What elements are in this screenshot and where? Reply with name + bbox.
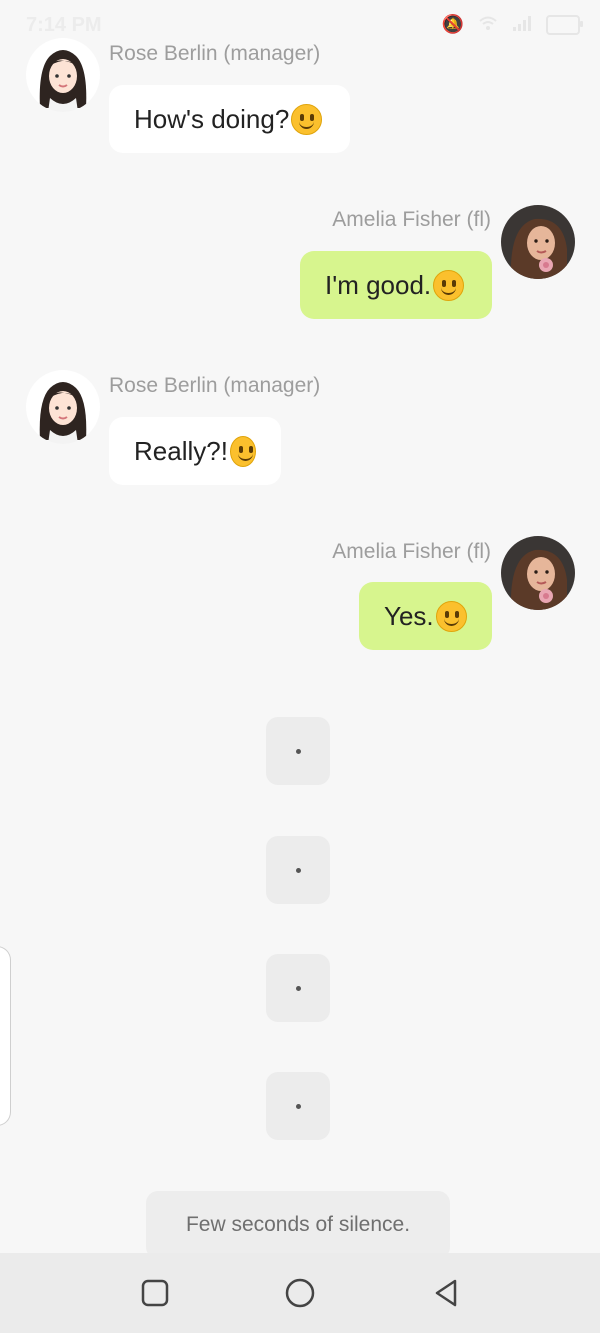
- side-panel-handle[interactable]: [0, 946, 11, 1126]
- wifi-icon: [478, 14, 498, 37]
- home-icon: [285, 1278, 315, 1308]
- message-bubble-incoming[interactable]: Really?!: [109, 417, 281, 485]
- typing-indicator: [266, 954, 330, 1022]
- chat-screen: 7:14 PM 🔕 Rose Berlin (manager) How's do…: [0, 0, 600, 1333]
- typing-dot: [295, 748, 301, 754]
- smiling-face-emoji-icon: [291, 103, 323, 135]
- recent-apps-button[interactable]: [137, 1275, 173, 1311]
- status-icons: 🔕: [441, 14, 583, 37]
- sender-name: Rose Berlin (manager): [109, 42, 321, 65]
- message-bubble-incoming[interactable]: How's doing?: [109, 85, 350, 153]
- silence-notice-text: Few seconds of silence.: [185, 1213, 411, 1236]
- typing-dot: [295, 867, 301, 873]
- message-bubble-outgoing[interactable]: Yes.: [359, 582, 492, 650]
- mute-bell-icon: 🔕: [441, 14, 464, 34]
- smiling-face-emoji-icon: [435, 600, 467, 632]
- status-time: 7:14 PM: [26, 14, 102, 36]
- signal-icon: [512, 14, 532, 37]
- typing-indicator: [266, 836, 330, 904]
- smiling-face-emoji-icon: [229, 435, 256, 467]
- typing-indicator: [266, 717, 330, 785]
- typing-dot: [295, 1103, 301, 1109]
- message-text: I'm good.: [325, 269, 432, 300]
- recent-apps-icon: [141, 1279, 169, 1307]
- sender-name: Amelia Fisher (fl): [332, 208, 491, 231]
- message-text: How's doing?: [134, 103, 290, 134]
- message-text: Yes.: [384, 600, 434, 631]
- back-button[interactable]: [428, 1275, 464, 1311]
- avatar-amelia-fisher[interactable]: [501, 536, 575, 610]
- typing-indicator: [266, 1072, 330, 1140]
- sender-name: Amelia Fisher (fl): [332, 540, 491, 563]
- home-button[interactable]: [282, 1275, 318, 1311]
- typing-dot: [295, 985, 301, 991]
- battery-icon: [546, 15, 583, 35]
- avatar-amelia-fisher[interactable]: [501, 205, 575, 279]
- avatar-rose-berlin[interactable]: [26, 38, 100, 112]
- sender-name: Rose Berlin (manager): [109, 374, 321, 397]
- back-triangle-icon: [435, 1279, 457, 1307]
- message-bubble-outgoing[interactable]: I'm good.: [300, 251, 492, 319]
- system-navigation-bar: [0, 1253, 600, 1333]
- silence-notice: Few seconds of silence.: [146, 1191, 450, 1259]
- message-text: Really?!: [134, 435, 228, 466]
- avatar-rose-berlin[interactable]: [26, 370, 100, 444]
- smiling-face-emoji-icon: [433, 269, 465, 301]
